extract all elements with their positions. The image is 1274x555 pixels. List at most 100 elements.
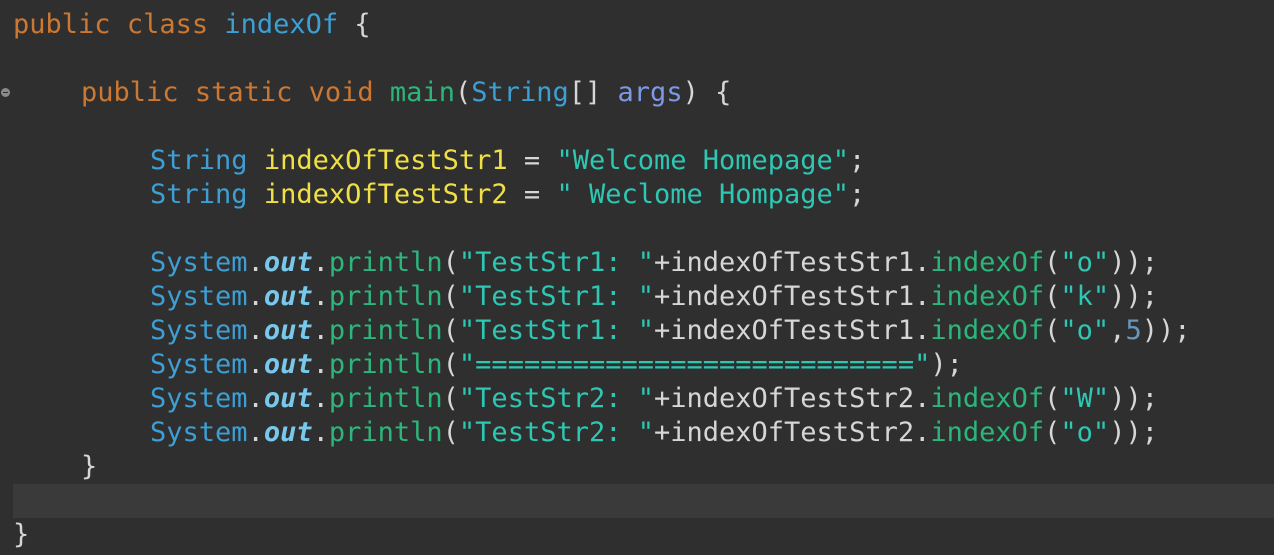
code-token: . <box>247 383 264 414</box>
code-token: ; <box>849 145 866 176</box>
code-token: "k" <box>1060 281 1110 312</box>
code-token: [] <box>568 77 618 108</box>
code-line-text: System.out.println("====================… <box>150 348 963 382</box>
code-line[interactable]: System.out.println("TestStr2: "+indexOfT… <box>0 382 1274 416</box>
code-token: " Weclome Hompage" <box>556 179 850 210</box>
code-token: void <box>308 77 374 108</box>
code-line-text: System.out.println("TestStr1: "+indexOfT… <box>150 246 1158 280</box>
code-token: ( <box>454 77 472 108</box>
code-line-text: System.out.println("TestStr2: "+indexOfT… <box>150 416 1158 450</box>
code-token: indexOfTestStr1 <box>263 145 508 176</box>
code-line-text: System.out.println("TestStr1: "+indexOfT… <box>150 280 1158 314</box>
code-token: "Welcome Homepage" <box>556 145 850 176</box>
code-token: . <box>312 417 329 448</box>
code-token: out <box>263 383 313 414</box>
code-token: System <box>150 247 248 278</box>
code-token: ( <box>1044 247 1061 278</box>
code-token: public <box>81 77 179 108</box>
code-line[interactable]: public class indexOf { <box>0 8 1274 42</box>
code-editor[interactable]: public class indexOf { public static void… <box>0 0 1274 555</box>
code-token: out <box>263 349 313 380</box>
code-line[interactable]: System.out.println("====================… <box>0 348 1274 382</box>
code-token: )); <box>1109 281 1158 312</box>
code-token: +indexOfTestStr1. <box>654 281 931 312</box>
code-token: System <box>150 281 248 312</box>
code-token: "TestStr1: " <box>458 281 654 312</box>
code-line[interactable]: String indexOfTestStr1 = "Welcome Homepa… <box>0 144 1274 178</box>
code-token: "o" <box>1060 247 1110 278</box>
code-token: ( <box>442 281 459 312</box>
code-token: . <box>312 349 329 380</box>
code-token: String <box>150 179 248 210</box>
code-token: System <box>150 315 248 346</box>
code-token: ; <box>849 179 866 210</box>
code-line-text: System.out.println("TestStr1: "+indexOfT… <box>150 314 1191 348</box>
code-token: println <box>328 349 443 380</box>
code-line[interactable] <box>0 484 1274 518</box>
code-line-text: public class indexOf { <box>13 8 371 42</box>
code-token: "TestStr1: " <box>458 247 654 278</box>
code-token: = <box>507 179 557 210</box>
code-token: } <box>81 451 98 482</box>
code-token: indexOf <box>930 281 1045 312</box>
code-token: args <box>617 77 683 108</box>
code-token: )); <box>1109 417 1158 448</box>
code-token: ( <box>1044 383 1061 414</box>
code-token: "o" <box>1060 315 1110 346</box>
code-token: . <box>247 417 264 448</box>
code-token: System <box>150 417 248 448</box>
code-token: ) { <box>682 77 732 108</box>
code-token: main <box>389 77 455 108</box>
code-token: println <box>328 315 443 346</box>
code-token: indexOf <box>224 9 339 40</box>
code-token: ( <box>442 383 459 414</box>
code-token: ( <box>442 417 459 448</box>
code-token: +indexOfTestStr1. <box>654 315 931 346</box>
code-token: class <box>126 9 209 40</box>
code-line[interactable]: System.out.println("TestStr1: "+indexOfT… <box>0 280 1274 314</box>
code-token: indexOf <box>930 417 1045 448</box>
code-token: )); <box>1109 247 1158 278</box>
code-token: } <box>13 519 30 550</box>
code-token: ( <box>442 349 459 380</box>
code-token: "o" <box>1060 417 1110 448</box>
code-token: System <box>150 383 248 414</box>
code-token: ( <box>442 247 459 278</box>
code-token: . <box>247 247 264 278</box>
code-token: println <box>328 281 443 312</box>
code-token: indexOfTestStr2 <box>263 179 508 210</box>
code-token: "===========================" <box>458 349 931 380</box>
code-line[interactable] <box>0 110 1274 144</box>
code-token: . <box>247 281 264 312</box>
code-token: ( <box>1044 315 1061 346</box>
code-line[interactable] <box>0 42 1274 76</box>
code-line-text: } <box>81 450 97 484</box>
code-token: 5 <box>1125 315 1142 346</box>
code-token: indexOf <box>930 383 1045 414</box>
code-line[interactable]: System.out.println("TestStr1: "+indexOfT… <box>0 314 1274 348</box>
code-line-text: String indexOfTestStr2 = " Weclome Hompa… <box>150 178 865 212</box>
code-line[interactable]: String indexOfTestStr2 = " Weclome Hompa… <box>0 178 1274 212</box>
code-token: String <box>150 145 248 176</box>
code-line[interactable]: public static void main(String[] args) { <box>0 76 1274 110</box>
code-line-text: System.out.println("TestStr2: "+indexOfT… <box>150 382 1158 416</box>
code-line-text: } <box>13 518 29 552</box>
code-token: "TestStr2: " <box>458 383 654 414</box>
code-token: +indexOfTestStr2. <box>654 383 931 414</box>
code-token: static <box>194 77 293 108</box>
code-line[interactable] <box>0 212 1274 246</box>
code-token: ); <box>930 349 963 380</box>
code-token: )); <box>1109 383 1158 414</box>
code-token: ( <box>1044 417 1061 448</box>
code-line-text: public static void main(String[] args) { <box>81 76 731 110</box>
code-line[interactable]: } <box>0 450 1274 484</box>
code-line[interactable]: System.out.println("TestStr1: "+indexOfT… <box>0 246 1274 280</box>
code-line[interactable]: } <box>0 518 1274 552</box>
code-token: )); <box>1141 315 1191 346</box>
code-line-text: String indexOfTestStr1 = "Welcome Homepa… <box>150 144 865 178</box>
code-line[interactable]: System.out.println("TestStr2: "+indexOfT… <box>0 416 1274 450</box>
